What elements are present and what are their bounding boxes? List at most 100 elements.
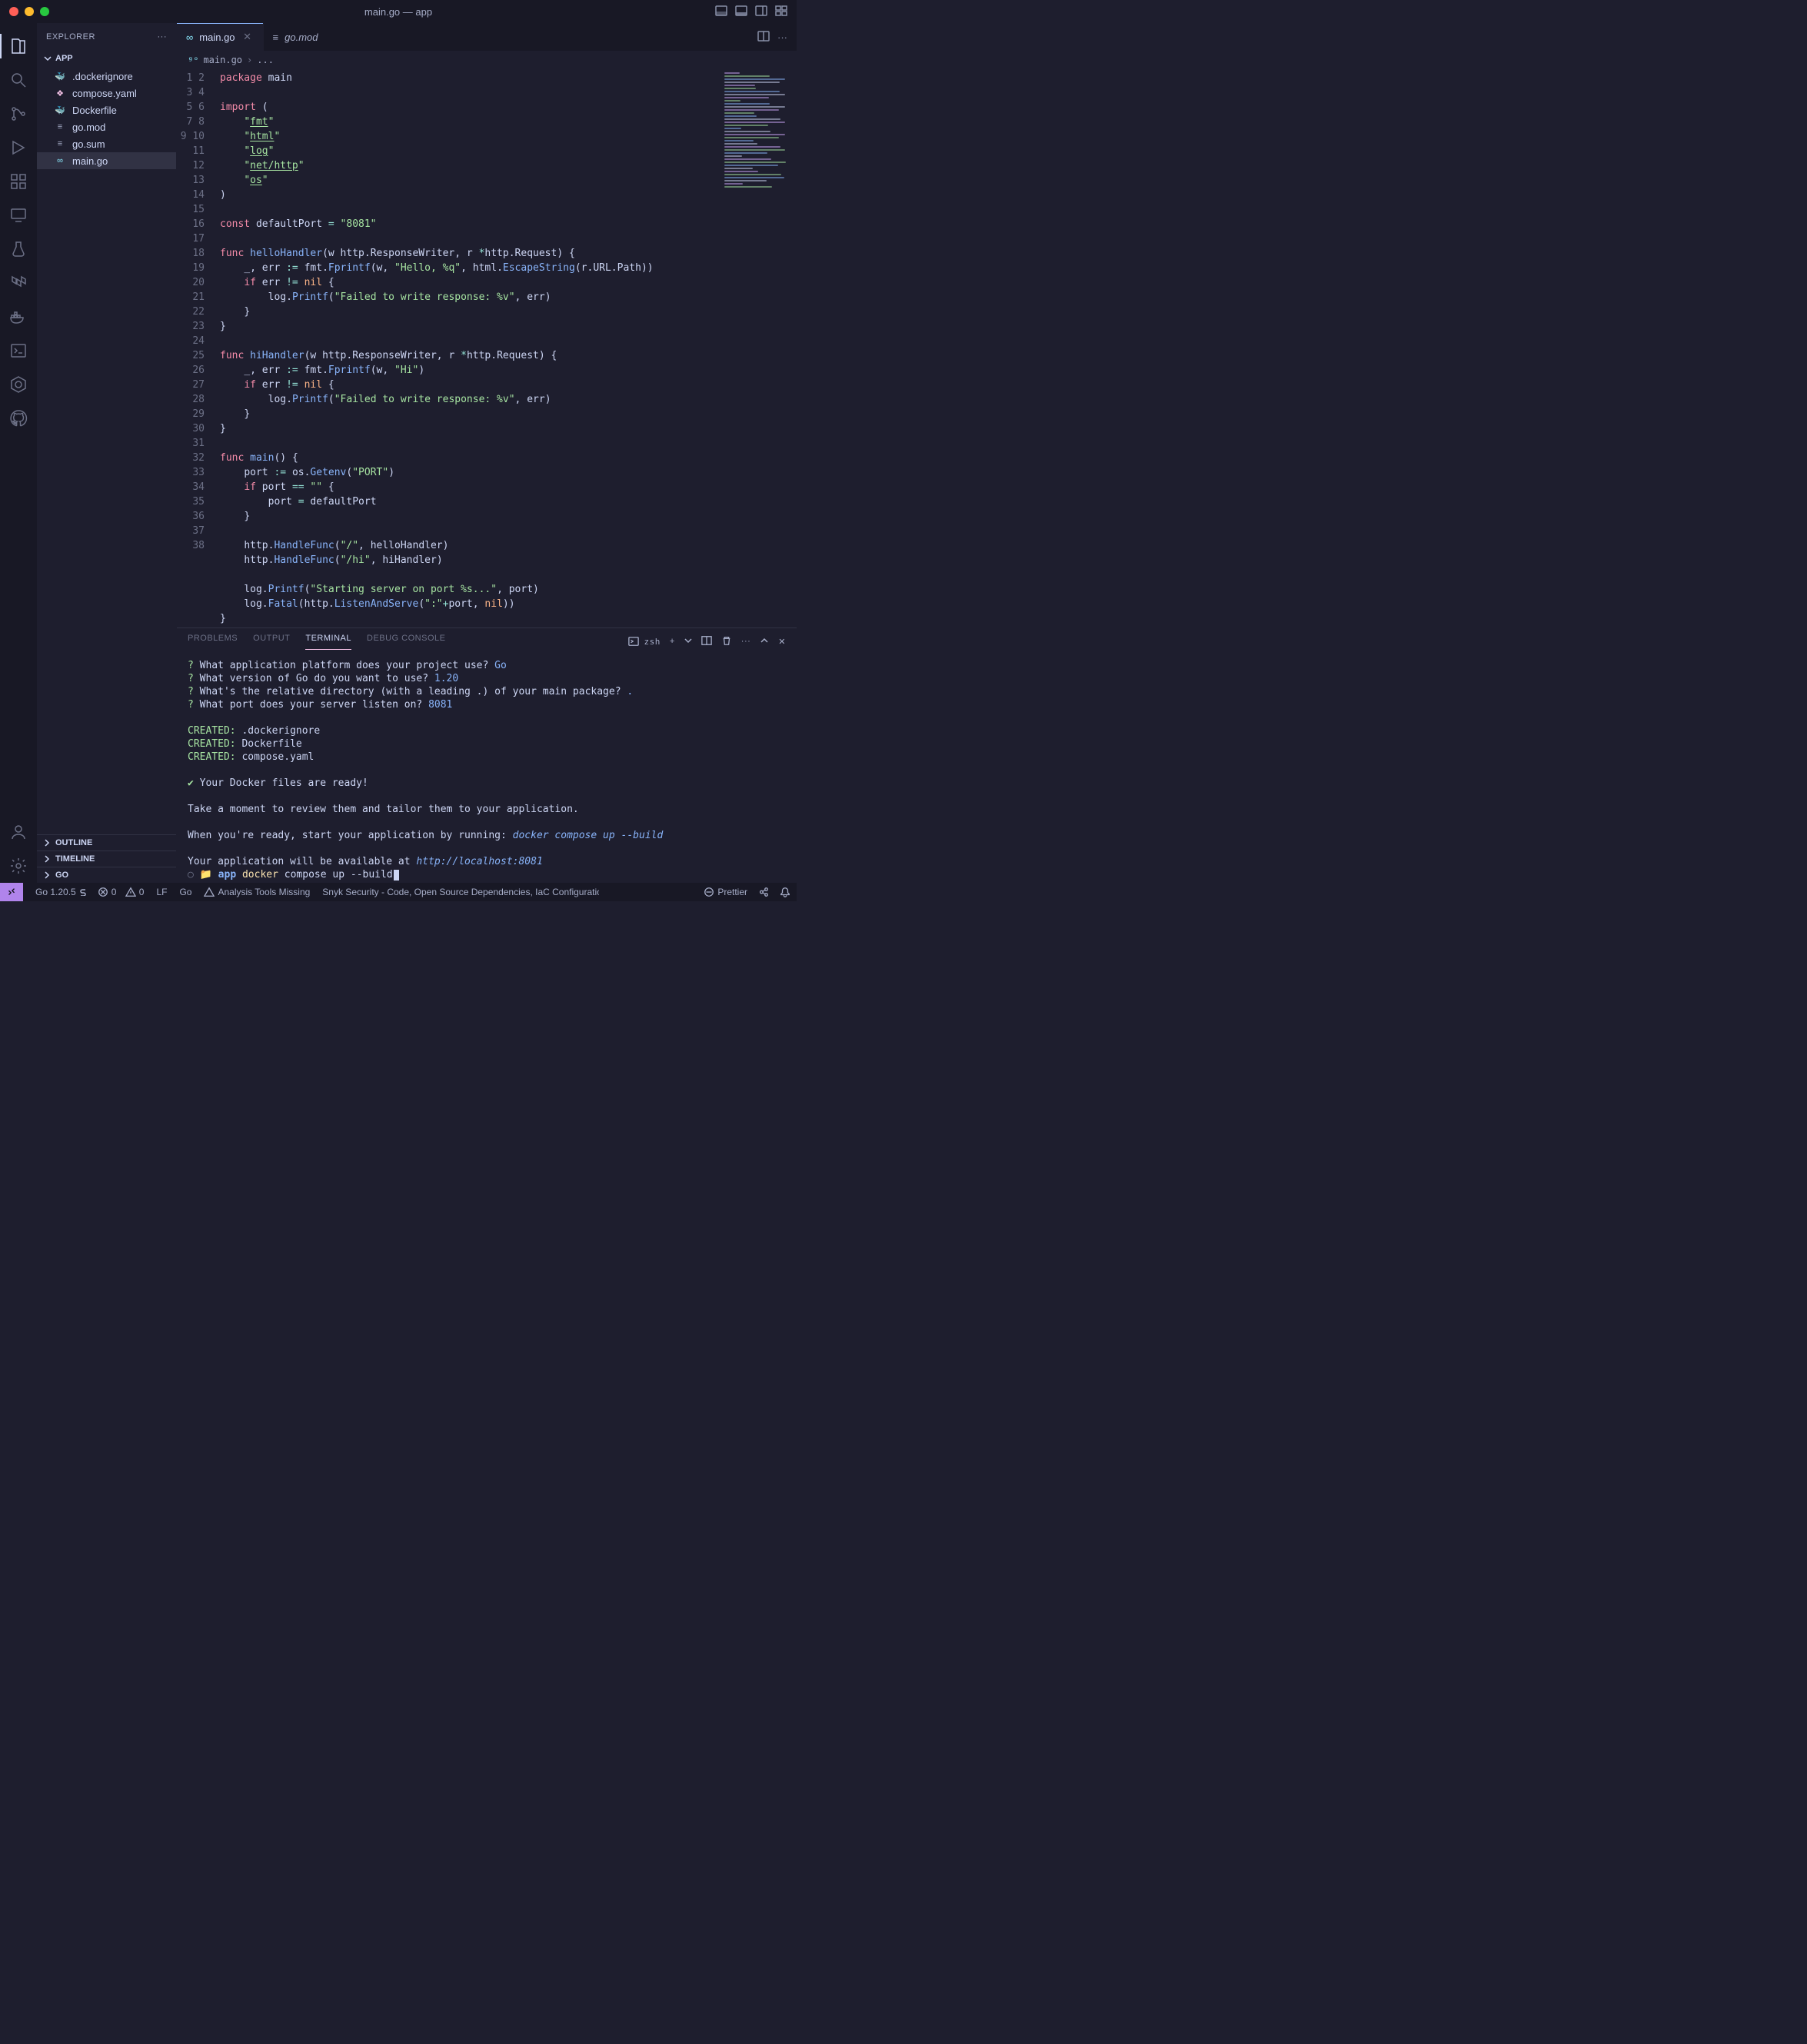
file-name: main.go	[72, 155, 108, 167]
remote-indicator[interactable]	[0, 883, 23, 901]
panel-tab[interactable]: DEBUG CONSOLE	[367, 634, 445, 650]
sidebar-section-collapsed[interactable]: GO	[37, 867, 176, 883]
tab-more-icon[interactable]: ···	[777, 32, 787, 43]
code-content[interactable]: package main import ( "fmt" "html" "log"…	[215, 69, 797, 628]
file-name: go.sum	[72, 138, 105, 150]
file-item[interactable]: ∞ main.go	[37, 152, 176, 169]
panel-more-icon[interactable]: ···	[741, 637, 751, 646]
file-icon: ≡	[54, 138, 66, 150]
file-icon: ≡	[54, 121, 66, 133]
terminal-icon[interactable]	[0, 334, 37, 368]
activity-bar	[0, 23, 37, 883]
file-icon: ∞	[54, 155, 66, 167]
terraform-icon[interactable]	[0, 266, 37, 300]
extensions-icon[interactable]	[0, 165, 37, 198]
split-terminal-icon[interactable]	[701, 635, 712, 648]
kubernetes-icon[interactable]	[0, 368, 37, 401]
panel-tabs: PROBLEMSOUTPUTTERMINALDEBUG CONSOLE zsh …	[177, 628, 797, 654]
panel-tab[interactable]: TERMINAL	[305, 634, 351, 650]
chevron-right-icon	[43, 839, 51, 847]
accounts-icon[interactable]	[0, 815, 37, 849]
docker-icon[interactable]	[0, 300, 37, 334]
panel-tab[interactable]: OUTPUT	[253, 634, 290, 650]
go-version-status[interactable]: Go 1.20.5	[35, 887, 87, 897]
editor-tabs: ∞ main.go ✕ ≡go.mod ···	[177, 23, 797, 51]
tab-file-icon: ≡	[273, 32, 279, 43]
settings-gear-icon[interactable]	[0, 849, 37, 883]
file-item[interactable]: ≡ go.sum	[37, 135, 176, 152]
chevron-down-icon	[43, 54, 52, 63]
window-controls	[9, 7, 49, 16]
snyk-status[interactable]: Snyk Security - Code, Open Source Depend…	[322, 887, 599, 897]
close-window-button[interactable]	[9, 7, 18, 16]
breadcrumb[interactable]: ᵍᵒ main.go › ...	[177, 51, 797, 69]
breadcrumb-file: main.go	[203, 55, 242, 65]
file-name: compose.yaml	[72, 88, 137, 99]
close-panel-icon[interactable]: ✕	[778, 637, 786, 647]
explorer-icon[interactable]	[0, 29, 37, 63]
file-name: Dockerfile	[72, 105, 117, 116]
title-bar: main.go — app	[0, 0, 797, 23]
split-editor-icon[interactable]	[757, 30, 770, 45]
toggle-bottom-icon[interactable]	[735, 5, 747, 19]
editor-group: ∞ main.go ✕ ≡go.mod ··· ᵍᵒ main.go › ... 1 …	[177, 23, 797, 883]
remote-explorer-icon[interactable]	[0, 198, 37, 232]
maximize-panel-icon[interactable]	[760, 636, 769, 647]
breadcrumb-separator: ›	[247, 55, 252, 65]
testing-icon[interactable]	[0, 232, 37, 266]
eol-status[interactable]: LF	[156, 887, 167, 897]
github-icon[interactable]	[0, 401, 37, 435]
new-terminal-icon[interactable]: +	[670, 637, 675, 646]
analysis-warning[interactable]: Analysis Tools Missing	[204, 887, 310, 897]
close-tab-icon[interactable]: ✕	[241, 31, 254, 43]
terminal-shell-label: zsh	[644, 637, 660, 647]
notifications-icon[interactable]	[780, 887, 790, 897]
file-icon: ❖	[54, 87, 66, 99]
layout-controls	[715, 5, 787, 19]
maximize-window-button[interactable]	[40, 7, 49, 16]
breadcrumb-more: ...	[257, 55, 274, 65]
tab-file-icon: ∞	[186, 32, 193, 43]
file-name: .dockerignore	[72, 71, 133, 82]
file-item[interactable]: 🐳 .dockerignore	[37, 68, 176, 85]
source-control-icon[interactable]	[0, 97, 37, 131]
toggle-sidebar-icon[interactable]	[755, 5, 767, 19]
sidebar-more-icon[interactable]: ···	[158, 32, 168, 42]
window-title: main.go — app	[0, 6, 797, 18]
section-label: TIMELINE	[55, 854, 95, 864]
problems-status[interactable]: 0 0	[98, 887, 145, 897]
tab-label: main.go	[199, 32, 235, 43]
language-status[interactable]: Go	[179, 887, 191, 897]
sidebar-section-collapsed[interactable]: TIMELINE	[37, 851, 176, 867]
panel-tab[interactable]: PROBLEMS	[188, 634, 238, 650]
explorer-sidebar: EXPLORER ··· APP 🐳.dockerignore❖compose.…	[37, 23, 177, 883]
bottom-panel: PROBLEMSOUTPUTTERMINALDEBUG CONSOLE zsh …	[177, 628, 797, 883]
folder-root[interactable]: APP	[37, 51, 176, 66]
editor-tab[interactable]: ≡go.mod	[264, 23, 328, 51]
terminal-dropdown-icon[interactable]	[684, 637, 692, 647]
chevron-right-icon	[43, 871, 51, 879]
prettier-status[interactable]: Prettier	[704, 887, 747, 897]
file-item[interactable]: 🐳Dockerfile	[37, 102, 176, 118]
line-gutter: 1 2 3 4 5 6 7 8 9 10 11 12 13 14 15 16 1…	[177, 69, 215, 628]
sidebar-section-collapsed[interactable]: OUTLINE	[37, 834, 176, 851]
kill-terminal-icon[interactable]	[721, 635, 732, 648]
terminal[interactable]: ? What application platform does your pr…	[177, 654, 797, 883]
editor-tab[interactable]: ∞ main.go ✕	[177, 23, 264, 51]
search-icon[interactable]	[0, 63, 37, 97]
section-label: OUTLINE	[55, 838, 92, 847]
file-name: go.mod	[72, 122, 105, 133]
file-item[interactable]: ❖ compose.yaml	[37, 85, 176, 102]
toggle-panel-icon[interactable]	[715, 5, 727, 19]
minimize-window-button[interactable]	[25, 7, 34, 16]
run-debug-icon[interactable]	[0, 131, 37, 165]
chevron-right-icon	[43, 855, 51, 863]
terminal-launch-icon[interactable]: zsh	[628, 636, 660, 647]
folder-root-label: APP	[55, 54, 73, 63]
customize-layout-icon[interactable]	[775, 5, 787, 19]
live-share-icon[interactable]	[758, 887, 769, 897]
section-label: GO	[55, 871, 68, 880]
code-editor[interactable]: 1 2 3 4 5 6 7 8 9 10 11 12 13 14 15 16 1…	[177, 69, 797, 628]
file-item[interactable]: ≡ go.mod	[37, 118, 176, 135]
file-icon: 🐳	[54, 70, 66, 82]
